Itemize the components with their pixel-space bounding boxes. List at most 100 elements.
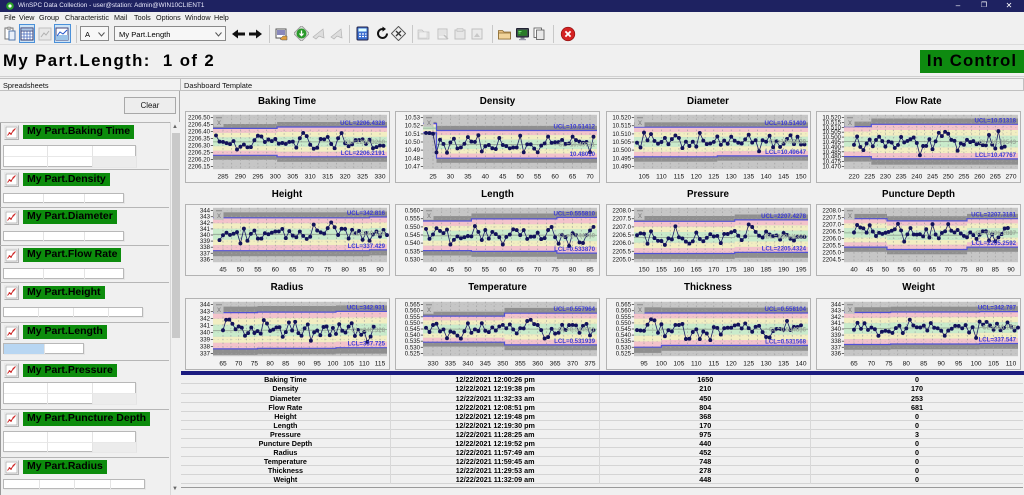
svg-text:50: 50	[236, 267, 244, 274]
svg-text:105: 105	[988, 360, 999, 367]
svg-text:UCL=0.558104: UCL=0.558104	[764, 306, 806, 313]
svg-text:10.490: 10.490	[612, 163, 631, 170]
svg-text:340: 340	[199, 329, 210, 336]
svg-text:0.555: 0.555	[405, 216, 421, 223]
svg-text:50: 50	[464, 267, 472, 274]
svg-text:80: 80	[266, 360, 274, 367]
svg-text:245: 245	[927, 174, 938, 181]
svg-text:CL=340.167: CL=340.167	[982, 324, 1016, 331]
svg-text:290: 290	[234, 174, 245, 181]
svg-text:x: x	[638, 118, 642, 127]
svg-text:2205.5: 2205.5	[612, 248, 631, 255]
svg-text:0.560: 0.560	[405, 208, 421, 215]
svg-text:80: 80	[341, 267, 349, 274]
svg-text:85: 85	[920, 360, 928, 367]
svg-text:10.505: 10.505	[612, 139, 631, 146]
svg-text:40: 40	[482, 174, 490, 181]
svg-text:x: x	[217, 304, 221, 313]
svg-text:2206.20: 2206.20	[187, 156, 210, 163]
svg-text:40: 40	[850, 267, 858, 274]
svg-text:x: x	[638, 211, 642, 220]
svg-text:225: 225	[864, 174, 875, 181]
svg-text:65: 65	[289, 267, 297, 274]
svg-text:60: 60	[551, 174, 559, 181]
svg-text:10.495: 10.495	[612, 155, 631, 162]
svg-text:360: 360	[532, 360, 543, 367]
svg-text:65: 65	[929, 267, 937, 274]
svg-text:50: 50	[517, 174, 525, 181]
svg-text:30: 30	[447, 174, 455, 181]
svg-text:CL=2206.4301: CL=2206.4301	[765, 233, 806, 240]
svg-text:230: 230	[880, 174, 891, 181]
svg-text:75: 75	[250, 360, 258, 367]
svg-text:90: 90	[297, 360, 305, 367]
svg-text:2208.0: 2208.0	[822, 208, 841, 215]
svg-text:330: 330	[427, 360, 438, 367]
svg-text:370: 370	[567, 360, 578, 367]
svg-text:341: 341	[199, 322, 210, 329]
svg-text:340: 340	[462, 360, 473, 367]
svg-text:350: 350	[497, 360, 508, 367]
svg-text:195: 195	[795, 267, 806, 274]
svg-text:2205.0: 2205.0	[612, 256, 631, 263]
svg-text:x: x	[848, 211, 852, 220]
svg-text:90: 90	[1007, 267, 1015, 274]
svg-text:2206.15: 2206.15	[187, 163, 210, 170]
svg-text:90: 90	[938, 360, 946, 367]
svg-text:LCL=10.49647: LCL=10.49647	[765, 149, 806, 156]
svg-text:60: 60	[499, 267, 507, 274]
svg-text:295: 295	[252, 174, 263, 181]
svg-text:105: 105	[343, 360, 354, 367]
svg-text:LCL=10.47767: LCL=10.47767	[975, 152, 1016, 159]
svg-text:35: 35	[464, 174, 472, 181]
svg-text:315: 315	[322, 174, 333, 181]
svg-text:130: 130	[760, 360, 771, 367]
svg-text:45: 45	[499, 174, 507, 181]
svg-text:285: 285	[217, 174, 228, 181]
svg-text:150: 150	[638, 267, 649, 274]
svg-text:10.51: 10.51	[405, 131, 421, 138]
svg-text:110: 110	[656, 174, 667, 181]
svg-text:175: 175	[725, 267, 736, 274]
svg-text:x: x	[848, 118, 852, 127]
svg-text:85: 85	[586, 267, 594, 274]
svg-text:0.540: 0.540	[405, 240, 421, 247]
svg-text:110: 110	[691, 360, 702, 367]
svg-text:CL=2206.2887: CL=2206.2887	[976, 230, 1017, 237]
svg-text:10.53: 10.53	[405, 115, 421, 122]
svg-text:UCL=342.931: UCL=342.931	[346, 304, 385, 311]
svg-text:LCL=337.725: LCL=337.725	[347, 340, 385, 347]
svg-text:2206.35: 2206.35	[187, 136, 210, 143]
svg-text:100: 100	[971, 360, 982, 367]
svg-text:155: 155	[655, 267, 666, 274]
svg-text:CL=0.544840: CL=0.544840	[558, 233, 596, 240]
svg-text:2206.50: 2206.50	[187, 115, 210, 122]
svg-text:50: 50	[882, 267, 890, 274]
svg-text:305: 305	[287, 174, 298, 181]
svg-text:CL=10.49711: CL=10.49711	[558, 142, 595, 149]
svg-text:85: 85	[992, 267, 1000, 274]
svg-text:342: 342	[199, 315, 210, 322]
svg-text:70: 70	[235, 360, 243, 367]
svg-text:CL=10.50528: CL=10.50528	[768, 139, 806, 146]
svg-text:60: 60	[271, 267, 279, 274]
svg-text:UCL=342.816: UCL=342.816	[346, 210, 385, 217]
svg-text:145: 145	[778, 174, 789, 181]
svg-text:45: 45	[447, 267, 455, 274]
svg-text:337: 337	[199, 350, 210, 357]
svg-text:0.525: 0.525	[615, 350, 631, 357]
svg-text:338: 338	[199, 343, 210, 350]
svg-text:CL=0.544951: CL=0.544951	[558, 326, 596, 333]
svg-text:CL=10.49543: CL=10.49543	[979, 139, 1017, 146]
svg-text:375: 375	[584, 360, 595, 367]
svg-text:265: 265	[990, 174, 1001, 181]
svg-text:2206.0: 2206.0	[822, 236, 841, 243]
svg-text:10.500: 10.500	[612, 147, 631, 154]
svg-text:75: 75	[885, 360, 893, 367]
svg-text:65: 65	[517, 267, 525, 274]
svg-text:2206.40: 2206.40	[187, 129, 210, 136]
svg-text:75: 75	[551, 267, 559, 274]
svg-text:270: 270	[1005, 174, 1016, 181]
svg-text:UCL=2206.4328: UCL=2206.4328	[340, 120, 385, 127]
svg-text:2206.5: 2206.5	[612, 232, 631, 239]
